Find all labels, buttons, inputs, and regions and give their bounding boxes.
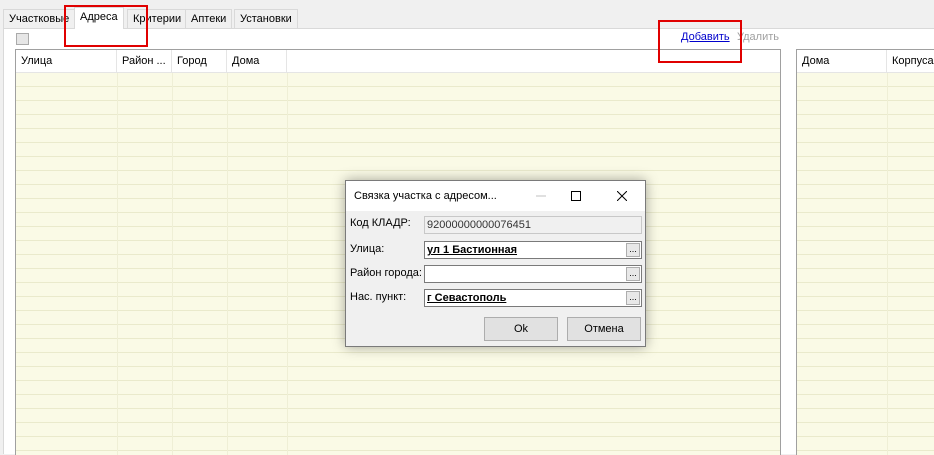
column-header-buildings[interactable]: Корпуса (887, 50, 934, 73)
tab-adresa[interactable]: Адреса (74, 7, 124, 29)
column-header-houses[interactable]: Дома (227, 50, 287, 73)
maximize-icon (571, 191, 581, 201)
toolbar-small-button[interactable] (16, 33, 29, 45)
houses-grid-header: Дома Корпуса (797, 50, 934, 73)
delete-link: Удалить (737, 31, 779, 43)
close-button[interactable] (607, 181, 637, 211)
minimize-icon (536, 195, 546, 197)
column-header-district[interactable]: Район ... (117, 50, 172, 73)
kladr-label: Код КЛАДР: (350, 217, 411, 229)
street-field[interactable]: ул 1 Бастионная ... (424, 241, 642, 259)
column-divider (287, 73, 288, 455)
add-link[interactable]: Добавить (681, 31, 730, 43)
column-header-street[interactable]: Улица (16, 50, 117, 73)
tab-ustanovki[interactable]: Установки (234, 9, 298, 29)
houses-grid[interactable]: Дома Корпуса (796, 49, 934, 455)
locality-field[interactable]: г Севастополь ... (424, 289, 642, 307)
street-value: ул 1 Бастионная (427, 244, 518, 256)
column-header-city[interactable]: Город (172, 50, 227, 73)
street-label: Улица: (350, 243, 385, 255)
locality-value: г Севастополь (427, 292, 507, 304)
link-address-dialog: Связка участка с адресом... Код КЛАДР: 9… (345, 180, 646, 347)
addresses-grid-header: Улица Район ... Город Дома (16, 50, 780, 73)
column-divider (172, 73, 173, 455)
locality-label: Нас. пункт: (350, 291, 407, 303)
close-icon (617, 191, 627, 201)
dialog-titlebar[interactable]: Связка участка с адресом... (346, 181, 645, 211)
street-browse-button[interactable]: ... (626, 243, 640, 257)
district-browse-button[interactable]: ... (626, 267, 640, 281)
ok-button[interactable]: Ok (484, 317, 558, 341)
minimize-button[interactable] (526, 181, 556, 211)
kladr-value: 92000000000076451 (427, 219, 532, 231)
tab-kriterii[interactable]: Критерии (127, 9, 188, 29)
column-header-houses-right[interactable]: Дома (797, 50, 887, 73)
district-label: Район города: (350, 267, 422, 279)
maximize-button[interactable] (561, 181, 591, 211)
locality-browse-button[interactable]: ... (626, 291, 640, 305)
tab-uchastkovye[interactable]: Участковые (3, 9, 76, 29)
district-field[interactable]: ... (424, 265, 642, 283)
kladr-field: 92000000000076451 (424, 216, 642, 234)
dialog-title: Связка участка с адресом... (354, 190, 497, 202)
column-divider (117, 73, 118, 455)
column-divider (887, 73, 888, 455)
cancel-button[interactable]: Отмена (567, 317, 641, 341)
column-divider (227, 73, 228, 455)
tab-apteki[interactable]: Аптеки (185, 9, 233, 29)
